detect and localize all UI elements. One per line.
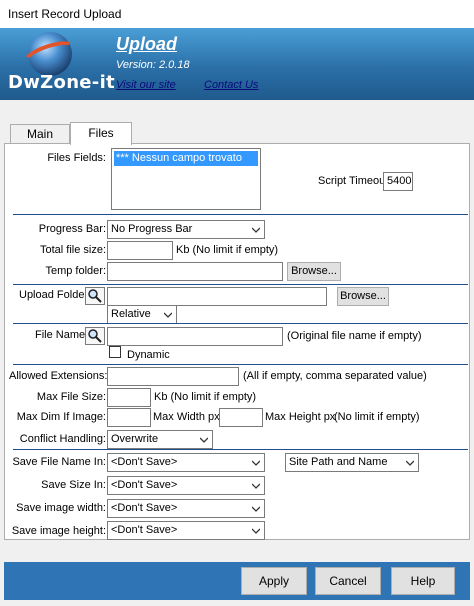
- max-width-label: Max Width px: [153, 411, 220, 423]
- save-image-width-value: <Don't Save>: [111, 502, 178, 514]
- progress-bar-label: Progress Bar:: [38, 223, 106, 235]
- script-timeout-label: Script Timeout:: [318, 175, 392, 187]
- max-width-input[interactable]: [107, 408, 151, 427]
- list-item[interactable]: *** Nessun campo trovato: [114, 151, 258, 166]
- files-panel: Files Fields: *** Nessun campo trovato S…: [4, 143, 470, 540]
- temp-folder-input[interactable]: [107, 262, 283, 281]
- header-banner: DwZone-it Upload Version: 2.0.18 Visit o…: [0, 28, 474, 100]
- tab-main[interactable]: Main: [10, 124, 70, 144]
- total-file-size-label: Total file size:: [39, 244, 106, 256]
- upload-folder-input[interactable]: [107, 287, 327, 306]
- chevron-down-icon: [406, 460, 414, 466]
- separator: [13, 214, 468, 215]
- total-file-size-hint: Kb (No limit if empty): [176, 244, 279, 256]
- tab-files[interactable]: Files: [70, 122, 132, 145]
- save-path-option-value: Site Path and Name: [289, 456, 388, 468]
- logo-text: DwZone-it: [8, 72, 115, 93]
- chevron-down-icon: [200, 437, 208, 443]
- total-file-size-input[interactable]: [107, 241, 173, 260]
- max-dim-label: Max Dim If Image:: [16, 411, 106, 423]
- file-name-search-button[interactable]: [85, 327, 105, 345]
- save-image-width-label: Save image width:: [16, 502, 106, 514]
- save-image-height-label: Save image height:: [11, 525, 106, 537]
- allowed-extensions-hint: (All if empty, comma separated value): [243, 370, 427, 382]
- temp-folder-browse-button[interactable]: Browse...: [287, 262, 341, 281]
- save-image-height-select[interactable]: <Don't Save>: [107, 521, 265, 540]
- app-title: Upload: [116, 34, 177, 54]
- dynamic-label: Dynamic: [127, 349, 170, 361]
- save-path-option-select[interactable]: Site Path and Name: [285, 453, 419, 472]
- save-image-width-select[interactable]: <Don't Save>: [107, 499, 265, 518]
- files-fields-listbox[interactable]: *** Nessun campo trovato: [111, 148, 261, 210]
- progress-bar-select[interactable]: No Progress Bar: [107, 220, 265, 239]
- separator: [13, 449, 468, 450]
- save-size-label: Save Size In:: [41, 479, 106, 491]
- save-file-name-label: Save File Name In:: [12, 456, 106, 468]
- conflict-handling-select[interactable]: Overwrite: [107, 430, 213, 449]
- progress-bar-value: No Progress Bar: [111, 223, 193, 235]
- save-size-value: <Don't Save>: [111, 479, 178, 491]
- dynamic-checkbox[interactable]: [109, 346, 121, 358]
- upload-folder-label: Upload Folder:: [19, 289, 92, 301]
- file-name-input[interactable]: [107, 327, 283, 346]
- chevron-down-icon: [252, 506, 260, 512]
- save-image-height-value: <Don't Save>: [111, 524, 178, 536]
- upload-folder-mode-value: Relative: [111, 308, 151, 320]
- chevron-down-icon: [252, 483, 260, 489]
- max-file-size-hint: Kb (No limit if empty): [154, 391, 257, 403]
- window-title: Insert Record Upload: [8, 7, 122, 21]
- separator: [13, 284, 468, 285]
- save-file-name-select[interactable]: <Don't Save>: [107, 453, 265, 472]
- file-name-hint: (Original file name if empty): [287, 330, 422, 342]
- file-name-label: File Name:: [35, 329, 89, 341]
- script-timeout-input[interactable]: 5400: [383, 172, 413, 191]
- footer-bar: Apply Cancel Help: [4, 562, 470, 600]
- temp-folder-label: Temp folder:: [45, 265, 106, 277]
- magnifier-icon: [88, 289, 102, 303]
- chevron-down-icon: [252, 528, 260, 534]
- window-titlebar: Insert Record Upload: [0, 0, 474, 28]
- conflict-handling-label: Conflict Handling:: [19, 433, 106, 445]
- upload-folder-search-button[interactable]: [85, 287, 105, 305]
- visit-site-link[interactable]: Visit our site: [116, 79, 176, 91]
- magnifier-icon: [88, 329, 102, 343]
- allowed-extensions-label: Allowed Extensions:: [9, 370, 108, 382]
- chevron-down-icon: [164, 312, 172, 318]
- upload-folder-browse-button[interactable]: Browse...: [337, 287, 389, 306]
- save-file-name-value: <Don't Save>: [111, 456, 178, 468]
- chevron-down-icon: [252, 227, 260, 233]
- version-label: Version: 2.0.18: [116, 59, 190, 71]
- max-height-input[interactable]: [219, 408, 263, 427]
- max-dim-hint: (No limit if empty): [334, 411, 420, 423]
- files-fields-label: Files Fields:: [47, 152, 106, 164]
- conflict-handling-value: Overwrite: [111, 433, 159, 445]
- contact-us-link[interactable]: Contact Us: [204, 79, 258, 91]
- chevron-down-icon: [252, 460, 260, 466]
- allowed-extensions-input[interactable]: [107, 367, 239, 386]
- separator: [13, 323, 468, 324]
- apply-button[interactable]: Apply: [241, 567, 307, 595]
- upload-folder-mode-select[interactable]: Relative: [107, 305, 177, 324]
- max-file-size-label: Max File Size:: [36, 391, 106, 403]
- max-height-label: Max Height px: [265, 411, 336, 423]
- cancel-button[interactable]: Cancel: [315, 567, 381, 595]
- save-size-select[interactable]: <Don't Save>: [107, 476, 265, 495]
- help-button[interactable]: Help: [391, 567, 455, 595]
- max-file-size-input[interactable]: [107, 388, 151, 407]
- separator: [13, 364, 468, 365]
